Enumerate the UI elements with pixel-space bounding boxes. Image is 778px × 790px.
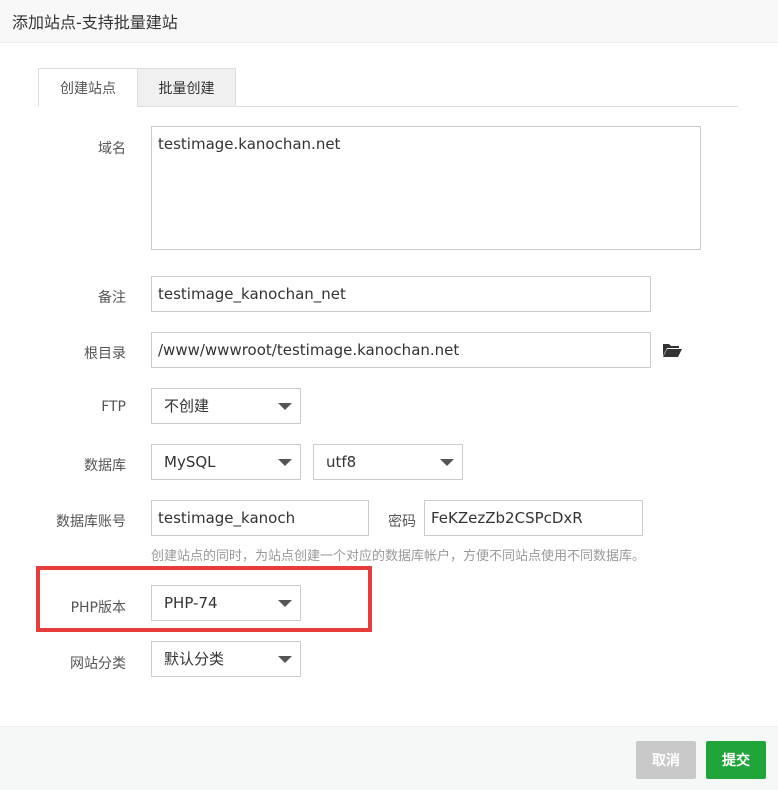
remark-input[interactable]: testimage_kanochan_net — [151, 276, 651, 312]
db-password-input[interactable]: FeKZezZb2CSPcDxR — [424, 500, 643, 536]
db-account-hint: 创建站点的同时，为站点创建一个对应的数据库帐户，方便不同站点使用不同数据库。 — [151, 549, 646, 564]
chevron-down-icon — [278, 656, 292, 663]
cancel-button[interactable]: 取消 — [636, 741, 696, 779]
category-select[interactable]: 默认分类 — [151, 641, 301, 677]
dialog-titlebar: 添加站点-支持批量建站 — [0, 0, 778, 43]
db-account-label: 数据库账号 — [56, 514, 126, 530]
root-dir-input[interactable]: /www/wwwroot/testimage.kanochan.net — [151, 332, 651, 368]
database-type-select[interactable]: MySQL — [151, 444, 301, 480]
chevron-down-icon — [440, 459, 454, 466]
ftp-label: FTP — [101, 399, 126, 415]
database-charset-value: utf8 — [326, 453, 357, 471]
ftp-selected-value: 不创建 — [164, 397, 210, 415]
submit-button[interactable]: 提交 — [706, 741, 766, 779]
php-version-highlight-box — [36, 566, 372, 632]
database-label: 数据库 — [84, 458, 126, 474]
ftp-select[interactable]: 不创建 — [151, 388, 301, 424]
db-account-input[interactable]: testimage_kanoch — [151, 500, 369, 536]
chevron-down-icon — [278, 403, 292, 410]
database-charset-select[interactable]: utf8 — [313, 444, 463, 480]
db-password-label: 密码 — [388, 514, 416, 530]
tab-create-site[interactable]: 创建站点 — [38, 68, 138, 107]
chevron-down-icon — [278, 459, 292, 466]
root-dir-label: 根目录 — [84, 346, 126, 362]
domain-label: 域名 — [98, 141, 126, 157]
dialog-title: 添加站点-支持批量建站 — [12, 13, 178, 32]
category-label: 网站分类 — [70, 656, 126, 672]
domain-textarea[interactable]: testimage.kanochan.net — [151, 126, 701, 250]
remark-label: 备注 — [98, 290, 126, 306]
category-value: 默认分类 — [164, 650, 225, 668]
folder-open-icon[interactable] — [662, 342, 682, 358]
tab-batch-create[interactable]: 批量创建 — [137, 68, 236, 107]
database-type-value: MySQL — [164, 453, 216, 471]
domain-value: testimage.kanochan.net — [158, 135, 341, 153]
